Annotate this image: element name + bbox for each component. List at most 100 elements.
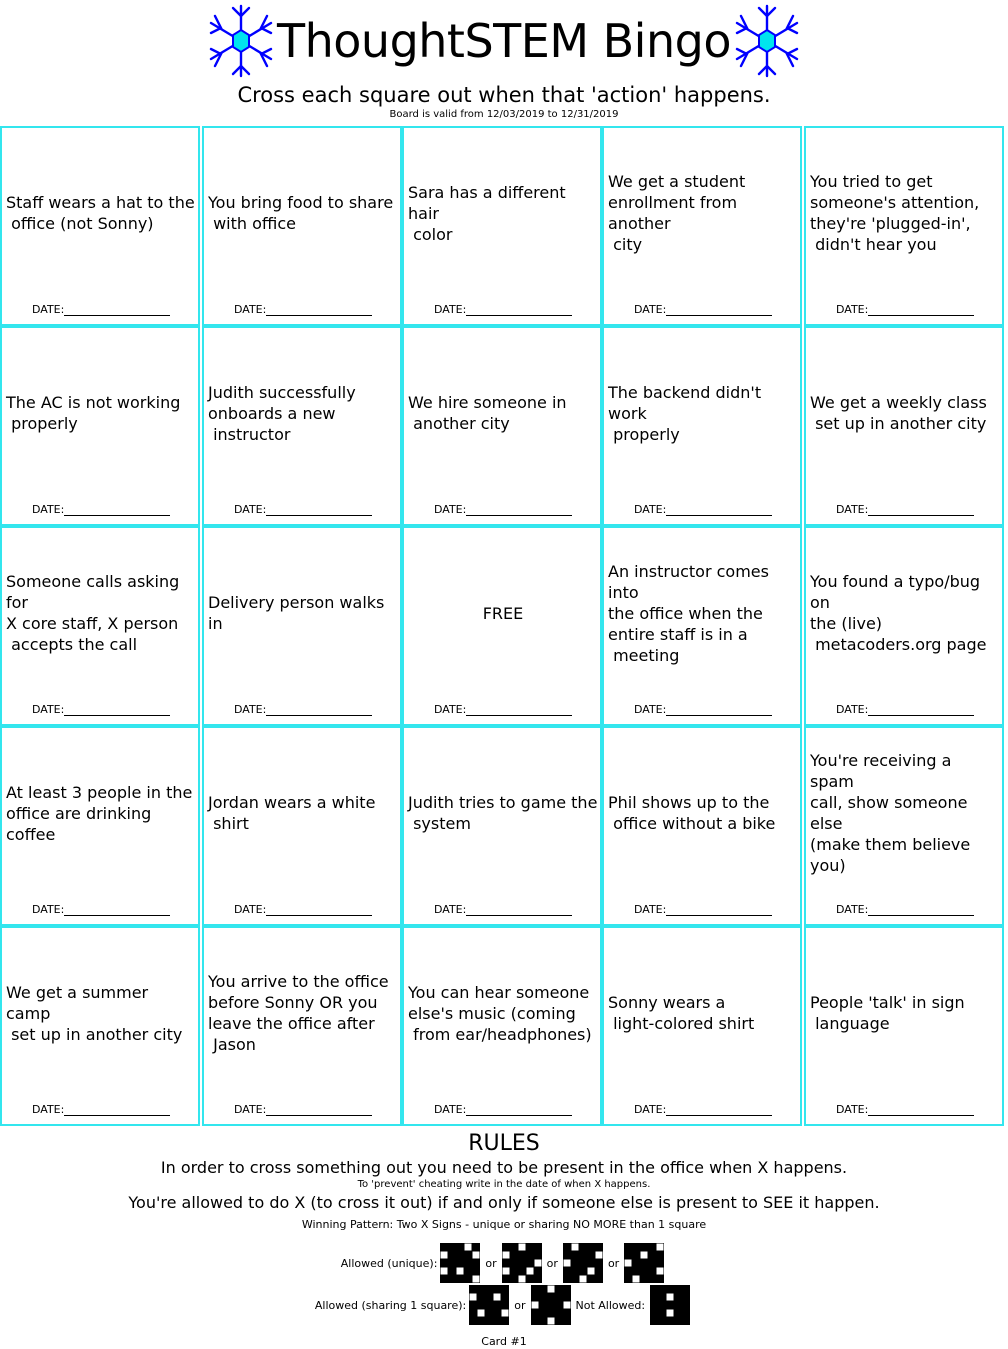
square-text: Delivery person walks in — [208, 593, 390, 633]
date-field[interactable]: DATE: — [234, 303, 373, 316]
date-blank-line[interactable] — [266, 704, 373, 716]
square-text: We get a summer camp set up in another c… — [6, 982, 183, 1044]
date-field[interactable]: DATE: — [836, 904, 975, 916]
bingo-square[interactable]: FREE DATE: — [402, 526, 602, 726]
date-field[interactable]: DATE: — [836, 504, 975, 516]
date-blank-line[interactable] — [666, 904, 773, 916]
date-field[interactable]: DATE: — [634, 903, 773, 916]
bingo-square[interactable]: Sonny wears a light-colored shirt DATE: — [602, 926, 802, 1126]
bingo-square[interactable]: We get a summer camp set up in another c… — [0, 926, 200, 1126]
date-field[interactable]: DATE: — [634, 704, 773, 716]
pattern-grid-icon — [469, 1285, 510, 1325]
square-text: The AC is not working properly — [6, 393, 181, 433]
rule-line-2: To 'prevent' cheating write in the date … — [357, 1179, 651, 1190]
date-field[interactable]: DATE: — [836, 1104, 975, 1116]
date-field[interactable]: DATE: — [434, 1104, 573, 1116]
date-label: DATE: — [234, 1103, 267, 1116]
date-blank-line[interactable] — [64, 504, 171, 516]
bingo-square[interactable]: You bring food to share with office DATE: — [202, 126, 402, 326]
date-blank-line[interactable] — [666, 1104, 773, 1116]
date-field[interactable]: DATE: — [634, 1103, 773, 1116]
square-text: Judith successfully onboards a new instr… — [208, 382, 356, 444]
date-field[interactable]: DATE: — [32, 703, 171, 716]
bingo-square[interactable]: Delivery person walks in DATE: — [202, 526, 402, 726]
date-blank-line[interactable] — [666, 504, 773, 516]
bingo-square[interactable]: You're receiving a spam call, show someo… — [804, 726, 1004, 926]
date-blank-line[interactable] — [64, 904, 171, 916]
date-label: DATE: — [32, 1103, 65, 1116]
date-blank-line[interactable] — [666, 704, 773, 716]
bingo-square[interactable]: Judith successfully onboards a new instr… — [202, 326, 402, 526]
bingo-square[interactable]: Sara has a different hair color DATE: — [402, 126, 602, 326]
date-label: DATE: — [434, 303, 467, 316]
square-text: You found a typo/bug on the (live) metac… — [810, 572, 987, 654]
date-blank-line[interactable] — [64, 1104, 171, 1116]
date-label: DATE: — [634, 903, 667, 916]
square-text: Jordan wears a white shirt — [208, 793, 376, 833]
date-field[interactable]: DATE: — [836, 704, 975, 716]
date-field[interactable]: DATE: — [234, 504, 373, 516]
pattern-grid-icon — [501, 1243, 542, 1283]
date-field[interactable]: DATE: — [234, 704, 373, 716]
rule-line-3: You're allowed to do X (to cross it out)… — [128, 1193, 880, 1212]
date-blank-line[interactable] — [868, 1104, 975, 1116]
date-label: DATE: — [32, 303, 65, 316]
date-field[interactable]: DATE: — [234, 1103, 373, 1116]
bingo-square[interactable]: An instructor comes into the office when… — [602, 526, 802, 726]
date-field[interactable]: DATE: — [234, 904, 373, 916]
date-field[interactable]: DATE: — [434, 704, 573, 716]
date-blank-line[interactable] — [868, 904, 975, 916]
date-field[interactable]: DATE: — [634, 504, 773, 516]
date-blank-line[interactable] — [466, 704, 573, 716]
date-field[interactable]: DATE: — [32, 1103, 171, 1116]
bingo-square[interactable]: Staff wears a hat to the office (not Son… — [0, 126, 200, 326]
date-blank-line[interactable] — [868, 504, 975, 516]
date-field[interactable]: DATE: — [434, 904, 573, 916]
date-blank-line[interactable] — [266, 304, 373, 316]
bingo-grid: Staff wears a hat to the office (not Son… — [0, 126, 1004, 1126]
date-blank-line[interactable] — [64, 304, 171, 316]
date-blank-line[interactable] — [64, 704, 171, 716]
bingo-square[interactable]: We get a weekly class set up in another … — [804, 326, 1004, 526]
bingo-square[interactable]: You tried to get someone's attention, th… — [804, 126, 1004, 326]
bingo-square[interactable]: The AC is not working properly DATE: — [0, 326, 200, 526]
date-blank-line[interactable] — [266, 904, 373, 916]
bingo-square[interactable]: At least 3 people in the office are drin… — [0, 726, 200, 926]
date-blank-line[interactable] — [266, 504, 373, 516]
bingo-square[interactable]: Judith tries to game the system DATE: — [402, 726, 602, 926]
date-label: DATE: — [634, 1103, 667, 1116]
bingo-square[interactable]: Someone calls asking for X core staff, X… — [0, 526, 200, 726]
date-blank-line[interactable] — [666, 304, 773, 316]
bingo-square[interactable]: Phil shows up to the office without a bi… — [602, 726, 802, 926]
date-field[interactable]: DATE: — [32, 303, 171, 316]
date-blank-line[interactable] — [868, 704, 975, 716]
bingo-square[interactable]: You found a typo/bug on the (live) metac… — [804, 526, 1004, 726]
date-field[interactable]: DATE: — [434, 303, 573, 316]
date-field[interactable]: DATE: — [32, 904, 171, 916]
date-blank-line[interactable] — [466, 304, 573, 316]
square-text: You arrive to the office before Sonny OR… — [208, 972, 389, 1054]
bingo-square[interactable]: The backend didn't work properly DATE: — [602, 326, 802, 526]
date-label: DATE: — [434, 503, 467, 516]
date-blank-line[interactable] — [266, 1104, 373, 1116]
date-field[interactable]: DATE: — [32, 504, 171, 516]
date-blank-line[interactable] — [466, 504, 573, 516]
bingo-square[interactable]: We hire someone in another city DATE: — [402, 326, 602, 526]
bingo-square[interactable]: Jordan wears a white shirt DATE: — [202, 726, 402, 926]
allowed-unique-row: Allowed (unique): or or or — [0, 1243, 1008, 1283]
date-blank-line[interactable] — [868, 304, 975, 316]
square-text: You can hear someone else's music (comin… — [408, 982, 592, 1044]
date-label: DATE: — [32, 703, 65, 716]
bingo-square[interactable]: We get a student enrollment from another… — [602, 126, 802, 326]
bingo-square[interactable]: You can hear someone else's music (comin… — [402, 926, 602, 1126]
date-blank-line[interactable] — [466, 1104, 573, 1116]
date-field[interactable]: DATE: — [836, 304, 975, 316]
page-title: ThoughtSTEM Bingo — [277, 14, 731, 68]
date-blank-line[interactable] — [466, 904, 573, 916]
bingo-square[interactable]: People 'talk' in sign language DATE: — [804, 926, 1004, 1126]
bingo-square[interactable]: You arrive to the office before Sonny OR… — [202, 926, 402, 1126]
square-text: You're receiving a spam call, show someo… — [810, 751, 971, 875]
date-field[interactable]: DATE: — [634, 304, 773, 316]
date-label: DATE: — [234, 303, 267, 316]
date-field[interactable]: DATE: — [434, 503, 573, 516]
